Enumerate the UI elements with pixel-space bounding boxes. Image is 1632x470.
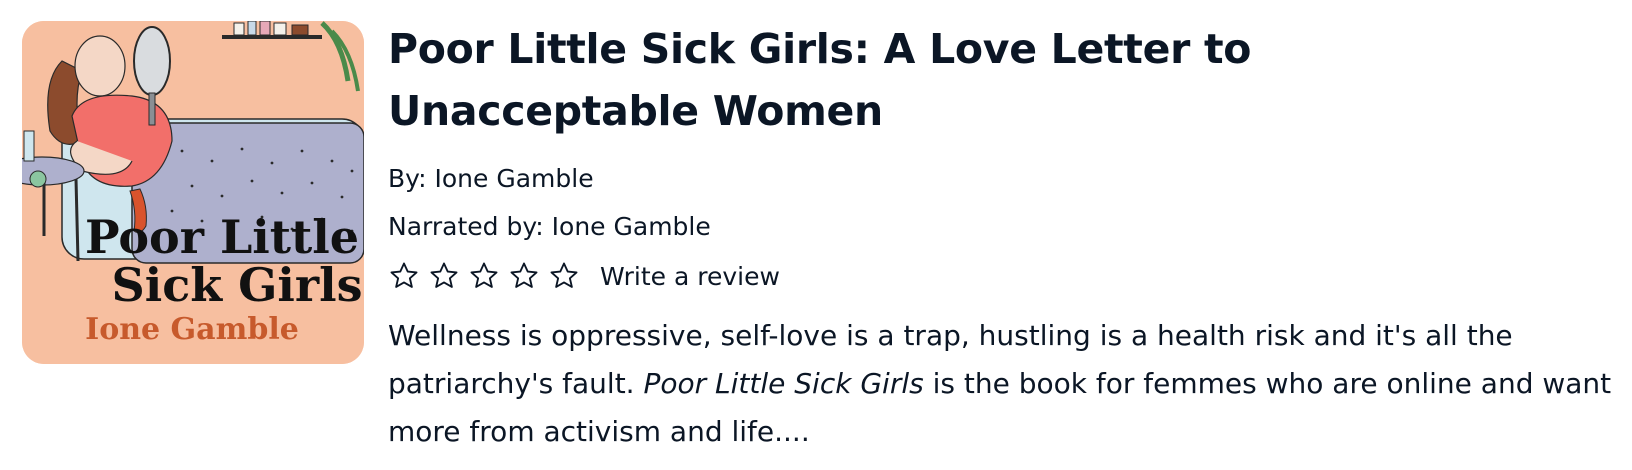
star-outline-icon[interactable] [388,260,420,292]
write-review-link[interactable]: Write a review [600,262,780,291]
star-outline-icon[interactable] [428,260,460,292]
narrator-line[interactable]: Narrated by: Ione Gamble [388,212,1618,242]
cover-illustration: Poor Little Sick Girls Ione Gamble [22,21,364,364]
cover-author: Ione Gamble [85,312,299,347]
star-outline-icon[interactable] [468,260,500,292]
book-info: Poor Little Sick Girls: A Love Letter to… [388,18,1618,456]
book-card: Poor Little Sick Girls Ione Gamble Poor … [0,0,1632,470]
cover-title-line2: Sick Girls [112,258,363,312]
summary-italic-title: Poor Little Sick Girls [643,367,924,400]
book-summary: Wellness is oppressive, self-love is a t… [388,312,1623,456]
cover-title-line1: Poor Little [85,210,359,264]
star-outline-icon[interactable] [548,260,580,292]
book-title[interactable]: Poor Little Sick Girls: A Love Letter to… [388,18,1568,142]
author-line[interactable]: By: Ione Gamble [388,164,1618,194]
star-outline-icon[interactable] [508,260,540,292]
star-rating[interactable] [388,260,580,292]
rating-row: Write a review [388,258,1618,294]
book-cover-image[interactable]: Poor Little Sick Girls Ione Gamble [22,21,364,364]
